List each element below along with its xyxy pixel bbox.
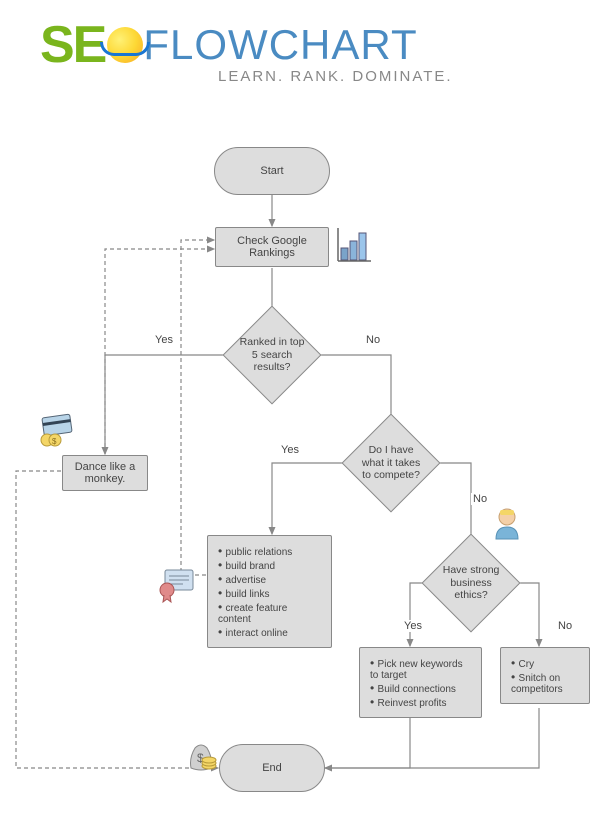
- list-item: Build connections: [370, 681, 471, 695]
- person-icon: [488, 505, 526, 543]
- list-item: public relations: [218, 544, 321, 558]
- start-node: Start: [214, 147, 330, 195]
- ethics-yes-label: Yes: [402, 620, 424, 632]
- list-item: Snitch on competitors: [511, 670, 579, 695]
- list-item: advertise: [218, 572, 321, 586]
- end-node: End: [219, 744, 325, 792]
- ethics-no-list: CrySnitch on competitors: [500, 647, 590, 704]
- ethics-yes-list: Pick new keywords to targetBuild connect…: [359, 647, 482, 718]
- list-item: create feature content: [218, 600, 321, 625]
- ranked-yes-label: Yes: [153, 334, 175, 346]
- svg-text:$: $: [52, 437, 57, 446]
- certificate-icon: [155, 562, 197, 604]
- list-item: interact online: [218, 625, 321, 639]
- compete-yes-list: public relationsbuild brandadvertisebuil…: [207, 535, 332, 648]
- money-bag-icon: $: [183, 738, 219, 774]
- list-item: Pick new keywords to target: [370, 656, 471, 681]
- list-item: Cry: [511, 656, 579, 670]
- compete-no-label: No: [471, 493, 489, 505]
- ethics-no-label: No: [556, 620, 574, 632]
- ranked-no-label: No: [364, 334, 382, 346]
- list-item: build links: [218, 586, 321, 600]
- dance-node: Dance like a monkey.: [62, 455, 148, 491]
- list-item: Reinvest profits: [370, 695, 471, 709]
- list-item: build brand: [218, 558, 321, 572]
- bar-chart-icon: [336, 223, 376, 263]
- check-rankings-node: Check Google Rankings: [215, 227, 329, 267]
- money-card-icon: $: [35, 410, 79, 450]
- compete-yes-label: Yes: [279, 444, 301, 456]
